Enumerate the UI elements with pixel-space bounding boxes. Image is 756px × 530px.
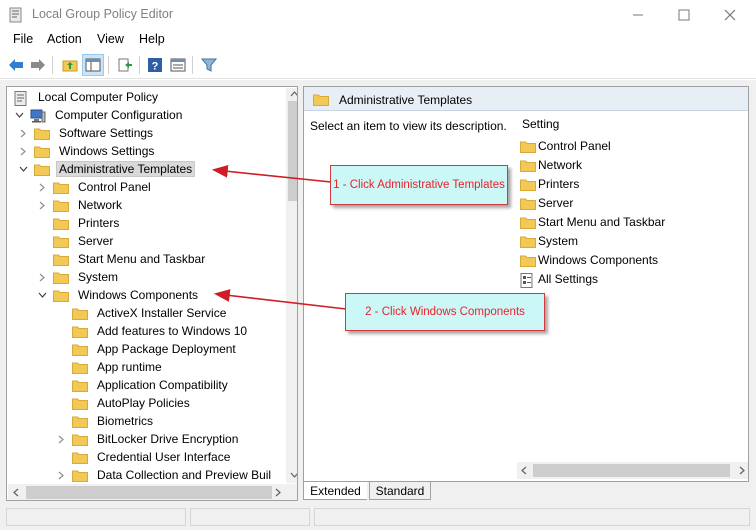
annotation-callout-2: 2 - Click Windows Components xyxy=(345,293,545,331)
annotation-callout-1: 1 - Click Administrative Templates xyxy=(330,165,508,205)
annotation-arrow-2 xyxy=(213,289,347,310)
annotation-arrow-1 xyxy=(211,164,332,183)
annotation-arrows xyxy=(211,164,347,310)
